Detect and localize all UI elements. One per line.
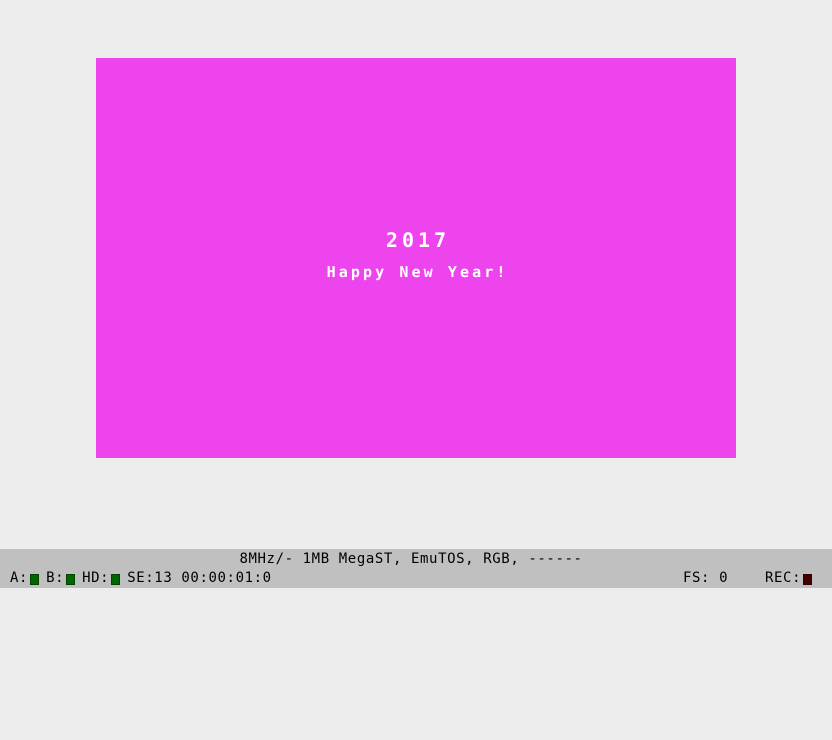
status-bar: 8MHz/- 1MB MegaST, EmuTOS, RGB, ------ A… <box>0 549 832 588</box>
drive-led-group: A: B: HD: SE:13 00:00:01:0 <box>10 569 272 588</box>
session-timer-label: SE:13 00:00:01:0 <box>127 570 272 586</box>
drive-b-label: B: <box>46 570 65 586</box>
drive-hd-label: HD: <box>82 570 110 586</box>
screen-text-greeting: Happy New Year! <box>326 263 509 281</box>
machine-info-label: 8MHz/- 1MB MegaST, EmuTOS, RGB, ------ <box>239 551 583 567</box>
drive-b-led-icon <box>66 574 76 585</box>
status-bar-top-row: 8MHz/- 1MB MegaST, EmuTOS, RGB, ------ <box>0 550 832 569</box>
emulated-st-screen[interactable]: 2017 Happy New Year! <box>96 58 736 458</box>
status-bar-bottom-row: A: B: HD: SE:13 00:00:01:0 FS: 0 REC: <box>0 569 832 588</box>
drive-a-label: A: <box>10 570 29 586</box>
record-indicator: REC: <box>765 569 819 588</box>
drive-hd-led-icon <box>111 574 121 585</box>
record-led-icon <box>803 574 813 585</box>
drive-a-led-icon <box>30 574 40 585</box>
frameskip-label: FS: 0 <box>683 570 729 586</box>
record-label: REC: <box>765 570 802 586</box>
screen-text-year: 2017 <box>385 228 451 252</box>
emulator-window: 2017 Happy New Year! <box>0 0 832 549</box>
